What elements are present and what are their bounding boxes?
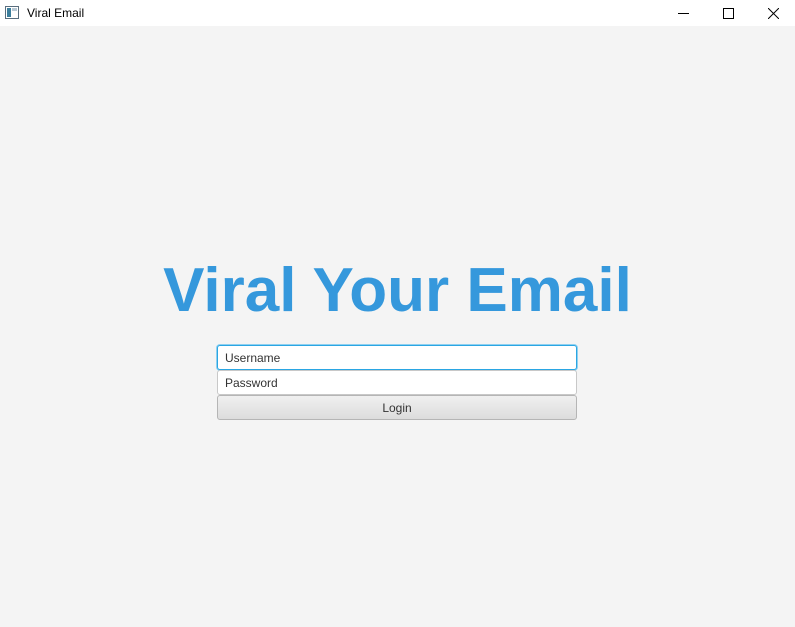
password-input[interactable] bbox=[217, 370, 577, 395]
window-title: Viral Email bbox=[27, 6, 85, 20]
username-input[interactable] bbox=[217, 345, 577, 370]
minimize-button[interactable] bbox=[660, 0, 706, 26]
maximize-icon bbox=[722, 7, 734, 19]
maximize-button[interactable] bbox=[705, 0, 751, 26]
close-icon bbox=[767, 7, 779, 19]
minimize-icon bbox=[677, 8, 689, 19]
close-button[interactable] bbox=[750, 0, 795, 26]
login-panel: Viral Your Email Login bbox=[0, 26, 795, 627]
app-window: Viral Email Viral Your Email Login bbox=[0, 0, 795, 627]
login-button[interactable]: Login bbox=[217, 395, 577, 420]
title-bar[interactable]: Viral Email bbox=[0, 0, 795, 26]
app-icon bbox=[5, 6, 19, 19]
page-title: Viral Your Email bbox=[163, 256, 632, 325]
